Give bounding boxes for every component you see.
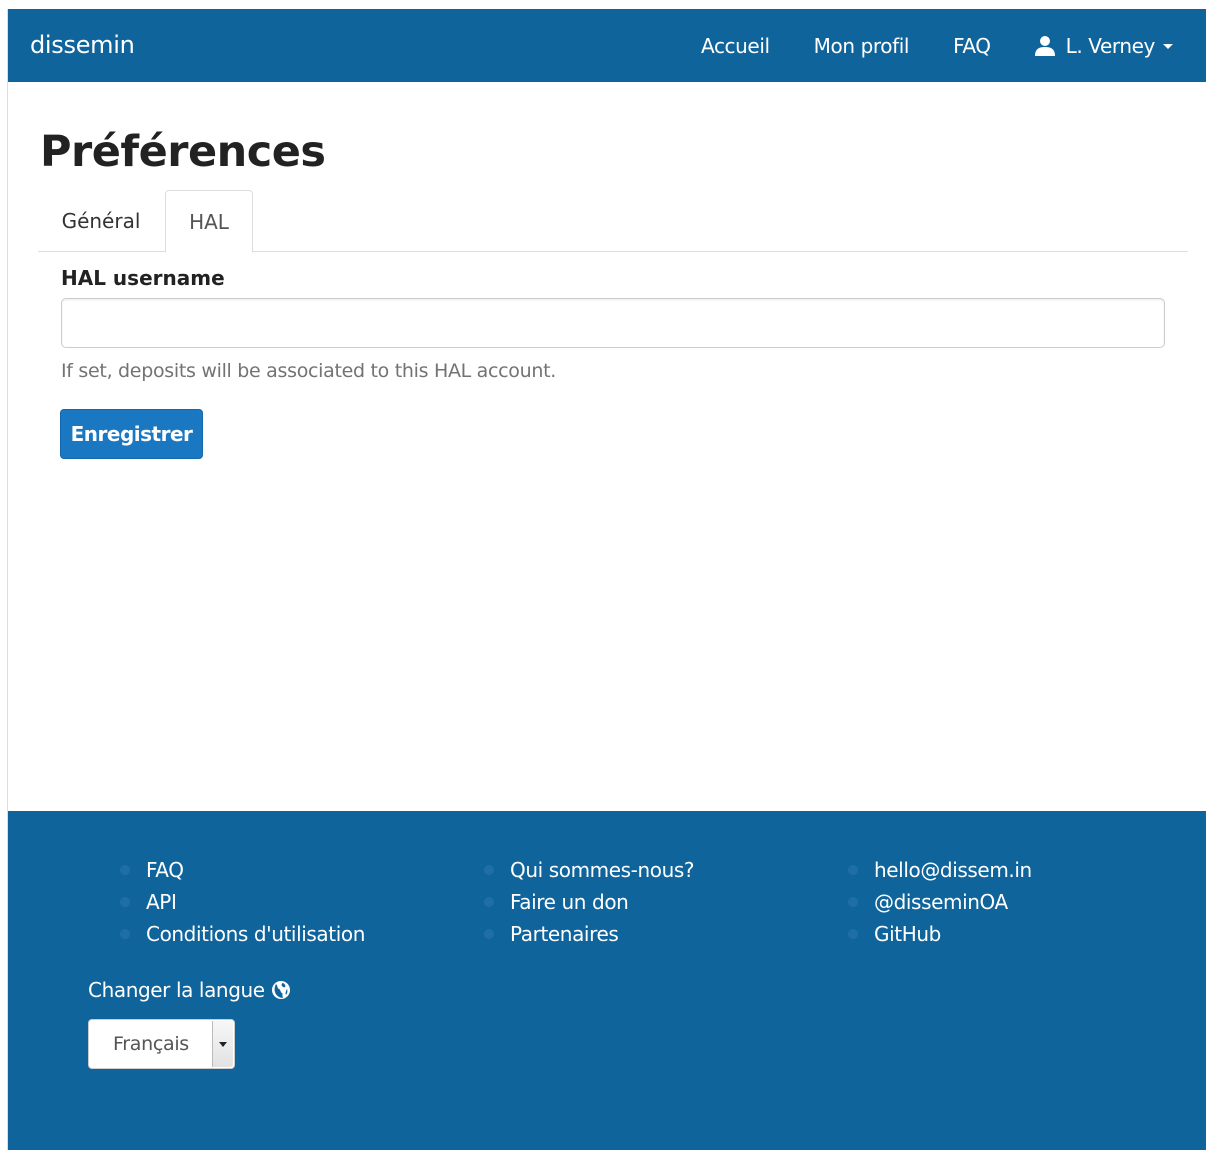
nav-link-home[interactable]: Accueil [701,34,770,58]
language-label-row: Changer la langue [88,978,291,1002]
caret-down-icon [219,1041,227,1047]
language-label: Changer la langue [88,978,265,1002]
caret-down-icon [1163,44,1173,49]
footer-column: hello@dissem.in @disseminOA GitHub [848,854,1032,950]
bullet-icon [848,865,858,875]
nav-links: Accueil Mon profil FAQ L. Verney [701,9,1206,82]
nav-link-profile[interactable]: Mon profil [814,34,910,58]
user-name: L. Verney [1065,33,1156,58]
tab-bar: Général HAL [38,190,1188,253]
footer-link-terms[interactable]: Conditions d'utilisation [146,922,365,946]
footer-column: Qui sommes-nous? Faire un don Partenaire… [484,854,695,950]
footer-item: hello@dissem.in [848,854,1032,886]
footer-link-api[interactable]: API [146,890,177,914]
hal-username-label: HAL username [61,266,225,290]
bullet-icon [848,897,858,907]
bullet-icon [484,929,494,939]
footer-item: FAQ [120,854,365,886]
footer-item: Qui sommes-nous? [484,854,695,886]
footer-link-donate[interactable]: Faire un don [510,890,629,914]
nav-link-faq[interactable]: FAQ [953,34,991,58]
footer-link-email[interactable]: hello@dissem.in [874,858,1032,882]
bullet-icon [120,897,130,907]
footer-item: API [120,886,365,918]
bullet-icon [484,865,494,875]
tab-hal[interactable]: HAL [165,190,253,253]
footer-item: Conditions d'utilisation [120,918,365,950]
footer-link-partners[interactable]: Partenaires [510,922,619,946]
footer-item: Faire un don [484,886,694,918]
brand-logo[interactable]: dissemin [30,31,135,59]
globe-icon [271,981,290,999]
bullet-icon [484,897,494,907]
footer: FAQ API Conditions d'utilisation Qui som… [8,811,1206,1150]
user-menu-toggle[interactable]: L. Verney [1034,33,1173,58]
help-text: If set, deposits will be associated to t… [61,360,556,382]
save-button[interactable]: Enregistrer [60,409,203,459]
footer-item: Partenaires [484,918,694,950]
page-title: Préférences [40,127,326,177]
footer-item: @disseminOA [848,886,1032,918]
user-icon [1034,35,1055,56]
footer-link-faq[interactable]: FAQ [146,858,184,882]
footer-link-github[interactable]: GitHub [874,922,941,946]
language-select[interactable]: Français [88,1019,235,1069]
footer-link-about[interactable]: Qui sommes-nous? [510,858,695,882]
footer-column: FAQ API Conditions d'utilisation [120,854,365,950]
footer-item: GitHub [848,918,1032,950]
page-frame: dissemin Accueil Mon profil FAQ L. Verne… [7,9,1206,1150]
hal-username-input[interactable] [61,298,1165,348]
footer-link-twitter[interactable]: @disseminOA [874,890,1008,914]
tab-general[interactable]: Général [38,190,164,252]
language-selected-value: Français [113,1033,189,1055]
bullet-icon [120,929,130,939]
select-arrow[interactable] [212,1021,233,1067]
navbar: dissemin Accueil Mon profil FAQ L. Verne… [8,9,1206,82]
bullet-icon [848,929,858,939]
bullet-icon [120,865,130,875]
